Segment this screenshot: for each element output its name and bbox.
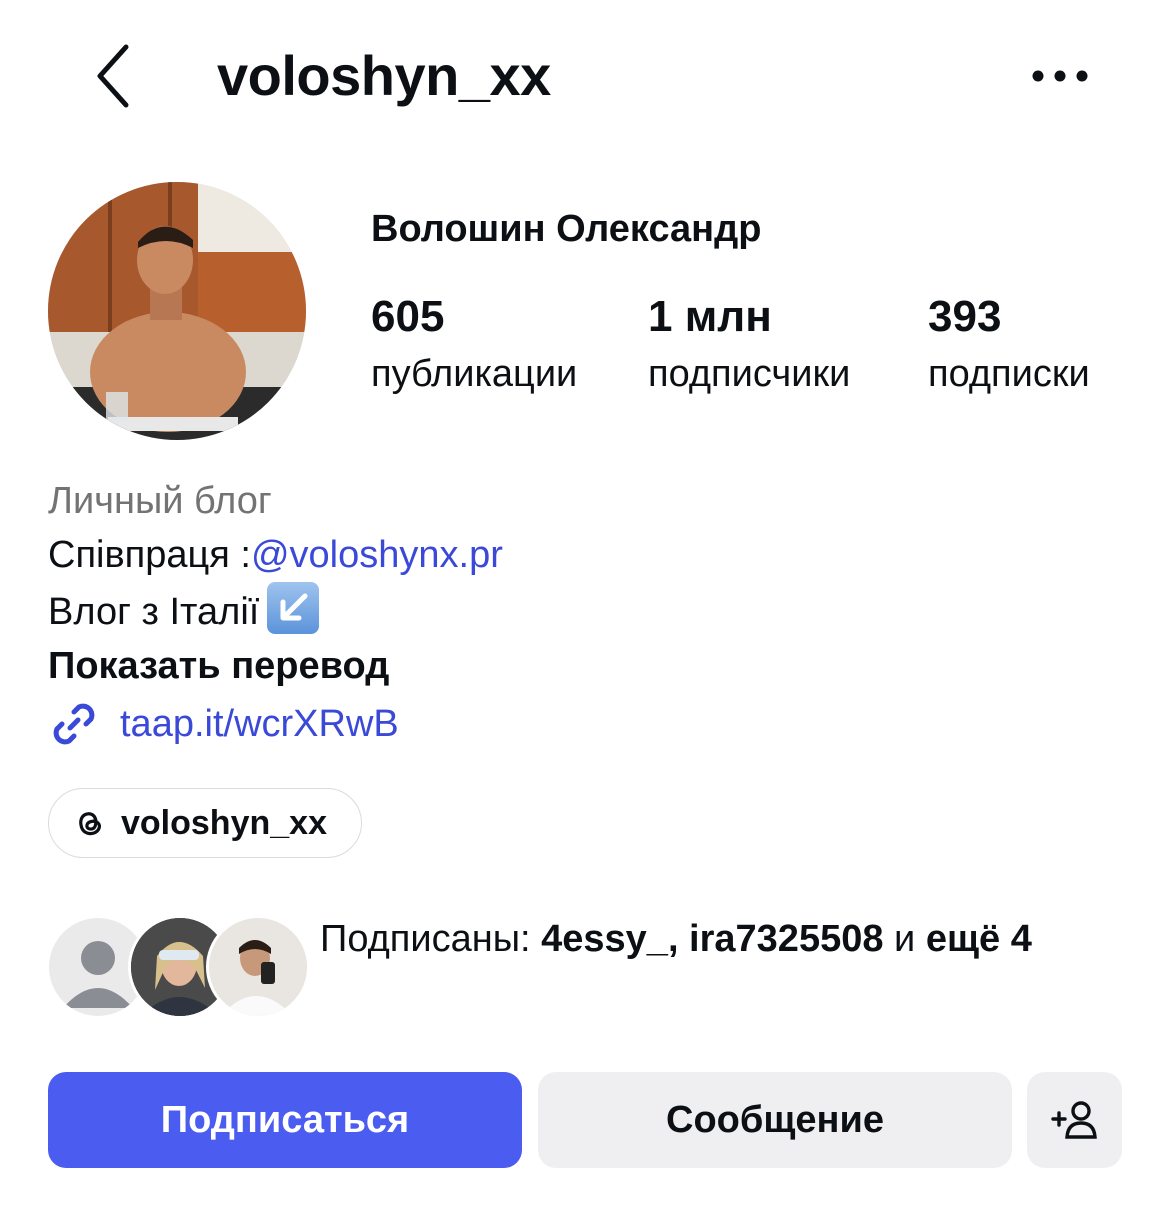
stat-posts-value: 605 [371,292,445,341]
bio-vlog-text: Влог з Італії [48,591,260,633]
follow-button[interactable]: Подписаться [48,1072,522,1168]
followed-by-text[interactable]: Подписаны: 4essy_, ira7325508 и ещё 4 [320,912,1130,966]
profile-bio: Личный блог Співпраця :@voloshynx.pr Вло… [48,474,1128,751]
stat-followers[interactable]: 1 млн подписчики [648,288,850,402]
threads-icon [79,812,101,836]
arrow-down-left-emoji-icon [267,582,320,634]
bio-mention-link[interactable]: @voloshynx.pr [251,534,503,576]
more-horizontal-icon [1032,70,1088,82]
stat-followers-label: подписчики [648,353,851,395]
suggest-people-button[interactable] [1027,1072,1122,1168]
followed-by-prefix: Подписаны: [320,918,542,960]
bio-category: Личный блог [48,480,272,522]
add-person-icon [1050,1101,1097,1139]
stat-posts-label: публикации [371,353,578,395]
show-translation-link[interactable]: Показать перевод [48,639,1128,693]
link-icon [53,703,95,745]
threads-username: voloshyn_xx [121,803,327,842]
message-button[interactable]: Сообщение [538,1072,1012,1168]
back-button[interactable] [82,36,146,116]
stat-following-label: подписки [928,353,1090,395]
stat-posts[interactable]: 605 публикации [371,288,577,402]
bio-collab-text: Співпраця : [48,534,251,576]
bio-line-vlog: Влог з Італії [48,582,1128,639]
followed-by-and: и [883,918,926,960]
profile-avatar[interactable] [48,182,306,440]
followed-by-more: ещё 4 [925,918,1032,960]
threads-badge[interactable]: voloshyn_xx [48,788,362,858]
followed-by-names: 4essy_, ira7325508 [541,918,884,960]
follower-avatar-3[interactable] [206,915,310,1019]
page-title: voloshyn_xx [217,44,551,107]
chevron-left-icon [97,44,129,108]
more-options-button[interactable] [1020,48,1100,104]
bio-line-collab: Співпраця :@voloshynx.pr [48,528,1128,582]
external-link[interactable]: taap.it/wcrXRwB [48,697,1128,751]
stat-followers-value: 1 млн [648,292,772,341]
external-link-text: taap.it/wcrXRwB [120,703,399,745]
profile-full-name: Волошин Олександр [371,208,762,250]
stat-following[interactable]: 393 подписки [928,288,1090,402]
stat-following-value: 393 [928,292,1002,341]
